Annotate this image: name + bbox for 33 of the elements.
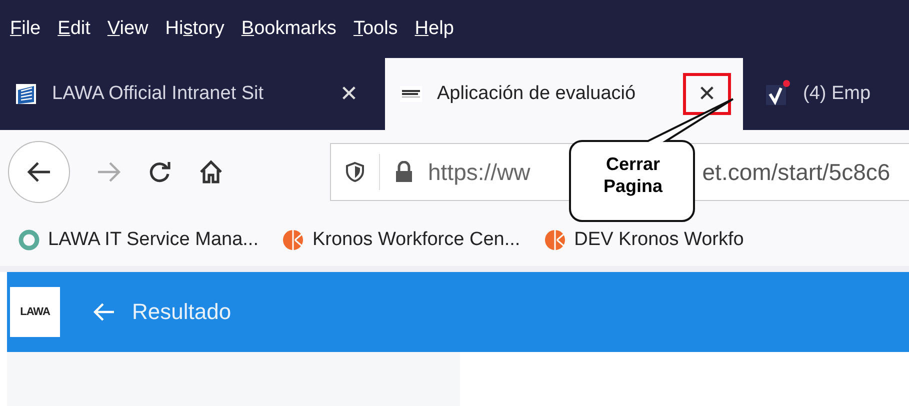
- home-icon[interactable]: [198, 159, 224, 185]
- building-icon: [14, 82, 38, 106]
- ring-icon: [18, 229, 40, 251]
- logo: LAWA: [10, 287, 60, 337]
- bookmark-item[interactable]: Kronos Workforce Cen...: [282, 229, 520, 251]
- menu-item[interactable]: Tools: [353, 18, 398, 40]
- browser-tab[interactable]: LAWA Official Intranet Sit ✕: [0, 58, 385, 130]
- menu-item[interactable]: History: [165, 18, 224, 40]
- menu-item[interactable]: Help: [414, 18, 454, 40]
- bookmark-item[interactable]: LAWA IT Service Mana...: [18, 229, 258, 251]
- tab-title: LAWA Official Intranet Sit: [52, 83, 265, 105]
- kronos-logo-icon: [544, 229, 566, 251]
- back-arrow-icon[interactable]: [92, 301, 116, 323]
- lock-icon: [394, 161, 414, 183]
- menu-item[interactable]: View: [107, 18, 148, 40]
- reload-icon[interactable]: [148, 160, 172, 184]
- callout-text: Cerrar Pagina: [602, 153, 664, 197]
- bookmark-item[interactable]: DEV Kronos Workfo: [544, 229, 744, 251]
- menu-item[interactable]: File: [10, 18, 41, 40]
- back-arrow-icon: [26, 161, 52, 183]
- url-text: et.com/start/5c8c6: [702, 158, 890, 186]
- menu-item[interactable]: Bookmarks: [241, 18, 336, 40]
- checkmark-icon: [765, 82, 789, 106]
- kronos-logo-icon: [282, 229, 304, 251]
- browser-tab[interactable]: Aplicación de evaluació ✕: [385, 58, 743, 130]
- url-text: https://ww: [428, 158, 530, 186]
- shield-icon: [345, 161, 365, 183]
- tab-title: (4) Emp: [803, 83, 871, 105]
- browser-tab[interactable]: (4) Emp: [743, 58, 883, 130]
- menu-item[interactable]: Edit: [58, 18, 90, 40]
- tab-title: Aplicación de evaluació: [437, 83, 637, 105]
- page-title: Resultado: [132, 299, 232, 325]
- close-button[interactable]: ✕: [325, 73, 373, 115]
